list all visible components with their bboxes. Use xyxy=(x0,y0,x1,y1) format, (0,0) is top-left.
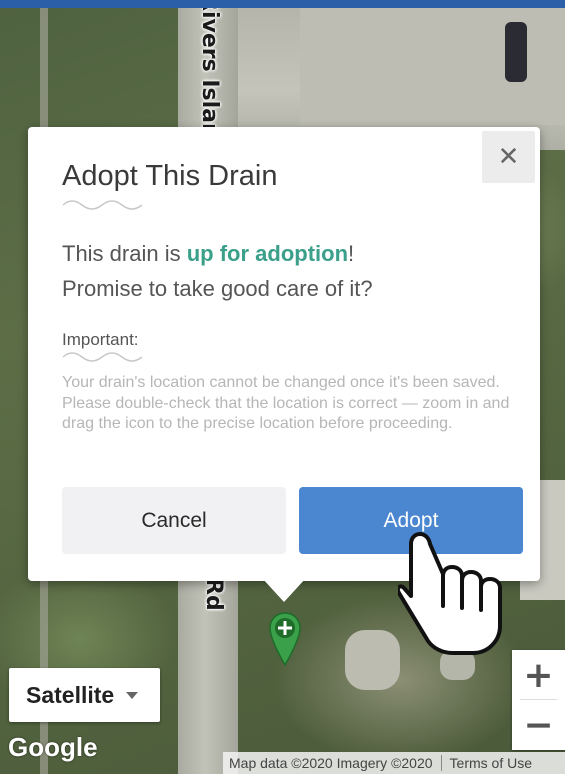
attribution-divider xyxy=(440,755,442,771)
rock-patch xyxy=(345,630,400,690)
cancel-button[interactable]: Cancel xyxy=(62,487,286,554)
zoom-in-button[interactable]: + xyxy=(512,650,565,700)
adoption-message: This drain is up for adoption! Promise t… xyxy=(62,236,373,306)
parked-car xyxy=(505,22,527,82)
street-label-bottom: Rd xyxy=(201,578,226,611)
zoom-control: + − xyxy=(512,650,565,750)
adoption-status: up for adoption xyxy=(186,241,349,266)
pointer-hand-icon xyxy=(398,532,502,655)
map-type-select[interactable]: Satellite xyxy=(9,668,160,722)
dialog-pointer xyxy=(262,578,306,602)
map-type-label: Satellite xyxy=(26,681,115,708)
important-squiggle xyxy=(62,352,142,362)
location-warning: Your drain's location cannot be changed … xyxy=(62,374,510,432)
message-suffix: ! xyxy=(348,241,355,266)
close-icon: ✕ xyxy=(497,142,520,172)
promise-text: Promise to take good care of it? xyxy=(62,276,373,301)
drain-pin-icon[interactable] xyxy=(268,611,302,671)
zoom-out-button[interactable]: − xyxy=(512,700,565,750)
title-squiggle xyxy=(62,200,142,210)
terms-link[interactable]: Terms of Use xyxy=(450,755,532,771)
google-logo: Google xyxy=(8,732,98,762)
close-button[interactable]: ✕ xyxy=(482,131,535,183)
street-label-top: Rivers Islan xyxy=(197,0,222,139)
caret-down-icon xyxy=(126,691,139,699)
message-prefix: This drain is xyxy=(62,241,187,266)
attribution-text: Map data ©2020 Imagery ©2020 xyxy=(229,755,433,771)
dialog-title: Adopt This Drain xyxy=(62,160,278,192)
map-attribution: Map data ©2020 Imagery ©2020 Terms of Us… xyxy=(223,752,565,774)
top-bar xyxy=(0,0,565,8)
important-label: Important: xyxy=(62,330,139,349)
